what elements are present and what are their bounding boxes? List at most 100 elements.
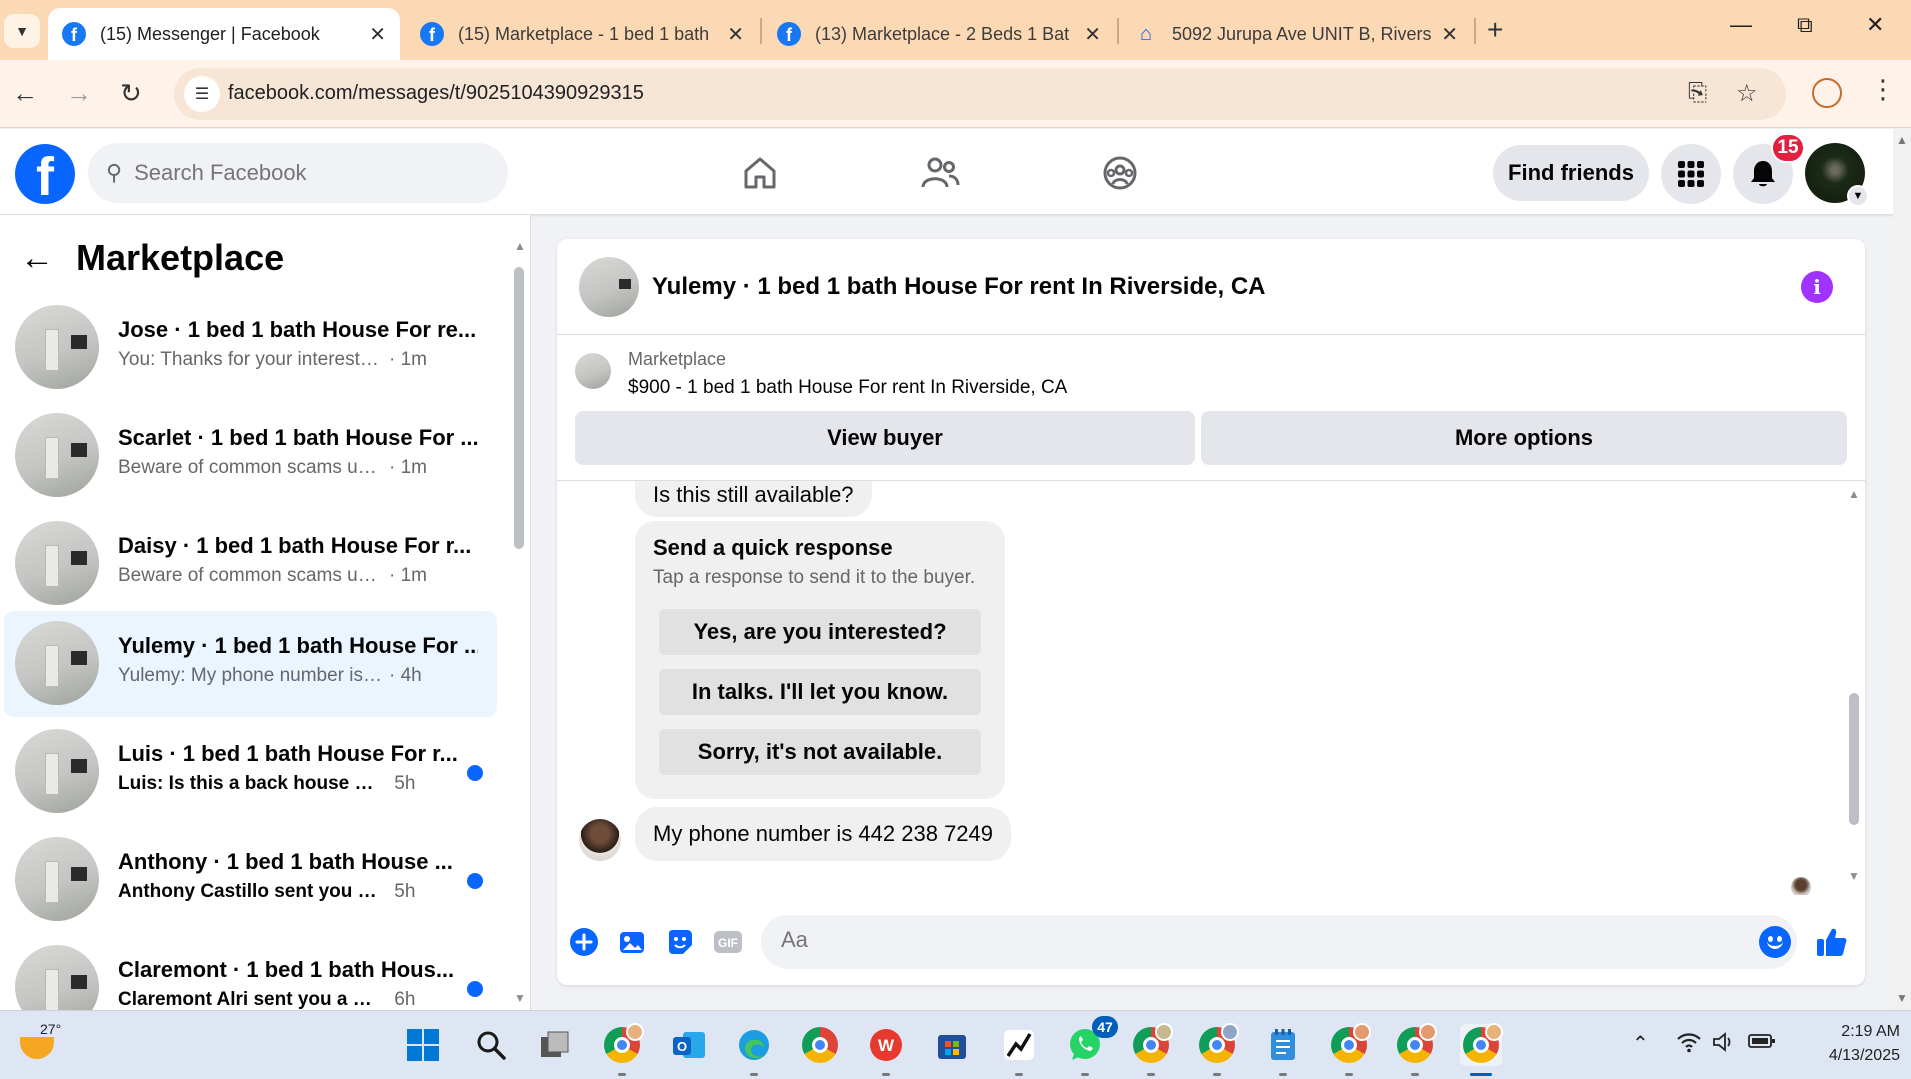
emoji-icon[interactable] [1759, 926, 1791, 958]
more-options-button[interactable]: More options [1201, 411, 1847, 465]
message-input-box[interactable] [761, 915, 1797, 969]
browser-tab-zillow[interactable]: ⌂ 5092 Jurupa Ave UNIT B, Riversi ✕ [1120, 8, 1472, 60]
plus-circle-icon[interactable] [567, 925, 601, 959]
close-tab-icon[interactable]: ✕ [727, 22, 744, 47]
scroll-down-arrow-icon[interactable]: ▼ [1848, 869, 1860, 883]
system-clock[interactable]: 2:19 AM 4/13/2025 [1782, 1020, 1900, 1068]
conversation-item-anthony[interactable]: Anthony · 1 bed 1 bath House ... Anthony… [4, 827, 497, 933]
listing-thumbnail[interactable] [575, 353, 611, 389]
back-arrow-icon[interactable]: ← [20, 239, 54, 278]
chat-listing-thumbnail[interactable] [579, 257, 639, 317]
chat-title[interactable]: Yulemy · 1 bed 1 bath House For rent In … [652, 273, 1265, 301]
search-facebook-box[interactable]: ⚲ [88, 143, 508, 203]
friends-icon[interactable] [916, 149, 964, 197]
listing-thumbnail [15, 521, 99, 605]
view-buyer-button[interactable]: View buyer [575, 411, 1195, 465]
message-thread-scrollbar[interactable]: ▲ ▼ [1847, 485, 1861, 885]
browser-tab-messenger[interactable]: f (15) Messenger | Facebook ✕ [48, 8, 400, 60]
whatsapp-icon[interactable]: 47 [1064, 1016, 1118, 1076]
scrollbar-thumb[interactable] [514, 267, 524, 549]
reload-icon[interactable]: ↻ [120, 78, 142, 109]
account-avatar[interactable]: ▼ [1805, 143, 1869, 207]
message-composer: GIF [557, 907, 1865, 977]
bookmark-star-icon[interactable]: ☆ [1736, 79, 1758, 108]
page-scrollbar[interactable]: ▲ ▼ [1893, 129, 1911, 1010]
conversation-item-scarlet[interactable]: Scarlet · 1 bed 1 bath House For ... Bew… [4, 403, 497, 509]
forward-arrow-icon[interactable]: → [66, 78, 92, 109]
browser-tab-marketplace-1[interactable]: f (15) Marketplace - 1 bed 1 bath ✕ [406, 8, 758, 60]
chrome-profile-5-icon[interactable] [1394, 1023, 1437, 1076]
scroll-up-arrow-icon[interactable]: ▲ [514, 239, 526, 253]
browser-profile-icon[interactable] [1812, 78, 1842, 108]
quick-response-yes-button[interactable]: Yes, are you interested? [659, 609, 981, 655]
close-tab-icon[interactable]: ✕ [369, 22, 386, 47]
chrome-profile-1-icon[interactable] [601, 1023, 644, 1076]
conversation-list-scrollbar[interactable]: ▲ ▼ [510, 227, 526, 1007]
info-icon[interactable]: i [1801, 271, 1833, 303]
close-window-icon[interactable]: ✕ [1866, 12, 1884, 38]
taskbar-search-icon[interactable] [470, 1024, 512, 1066]
scroll-up-arrow-icon[interactable]: ▲ [1896, 133, 1908, 147]
chrome-icon[interactable] [799, 1024, 841, 1066]
sender-avatar[interactable] [579, 819, 621, 861]
minimize-icon[interactable]: — [1730, 12, 1752, 38]
conversation-item-luis[interactable]: Luis · 1 bed 1 bath House For r... Luis:… [4, 719, 497, 825]
conversation-item-yulemy[interactable]: Yulemy · 1 bed 1 bath House For ... Yule… [4, 611, 497, 717]
scroll-up-arrow-icon[interactable]: ▲ [1848, 487, 1860, 501]
facebook-header: f ⚲ Find friends 15 ▼ [0, 129, 1893, 215]
message-bubble: Is this still available? [635, 481, 872, 517]
show-hidden-icons-chevron-icon[interactable]: ⌃ [1632, 1031, 1649, 1056]
scroll-down-arrow-icon[interactable]: ▼ [514, 991, 526, 1005]
menu-grid-button[interactable] [1661, 144, 1721, 204]
conversation-name: Daisy · 1 bed 1 bath House For r... [118, 533, 472, 558]
conversation-item-claremont[interactable]: Claremont · 1 bed 1 bath Hous... Claremo… [4, 935, 497, 1010]
groups-icon[interactable] [1096, 149, 1144, 197]
home-icon[interactable] [736, 149, 784, 197]
scroll-down-arrow-icon[interactable]: ▼ [1896, 991, 1908, 1005]
new-tab-button[interactable]: + [1487, 14, 1503, 46]
chrome-profile-active-icon[interactable] [1460, 1023, 1503, 1076]
wifi-icon[interactable] [1676, 1031, 1702, 1059]
conversation-name: Claremont · 1 bed 1 bath Hous... [118, 957, 455, 982]
quick-response-not-available-button[interactable]: Sorry, it's not available. [659, 729, 981, 775]
site-info-icon[interactable]: ☰ [184, 76, 220, 112]
outlook-icon[interactable]: O [668, 1024, 710, 1066]
browser-menu-icon[interactable]: ⋮ [1870, 74, 1896, 105]
close-tab-icon[interactable]: ✕ [1084, 22, 1101, 47]
task-view-icon[interactable] [534, 1024, 576, 1066]
back-arrow-icon[interactable]: ← [12, 78, 38, 109]
edge-icon[interactable] [733, 1024, 775, 1076]
notepad-icon[interactable] [1262, 1024, 1304, 1076]
chrome-profile-4-icon[interactable] [1328, 1023, 1371, 1076]
wps-office-icon[interactable]: W [865, 1024, 907, 1076]
battery-icon[interactable] [1748, 1031, 1776, 1057]
message-input[interactable] [781, 927, 1681, 953]
address-bar[interactable]: ☰ facebook.com/messages/t/90251043909293… [174, 68, 1786, 120]
restore-icon[interactable]: ⧉ [1797, 12, 1813, 38]
conversation-item-jose[interactable]: Jose · 1 bed 1 bath House For re... You:… [4, 295, 497, 401]
sticker-icon[interactable] [663, 925, 697, 959]
start-button[interactable] [402, 1024, 444, 1066]
chrome-profile-3-icon[interactable] [1196, 1023, 1239, 1076]
stocks-app-icon[interactable] [998, 1024, 1040, 1076]
message-thread: Is this still available? Send a quick re… [557, 481, 1865, 895]
install-app-icon[interactable]: ⎘ [1688, 79, 1707, 107]
scrollbar-thumb[interactable] [1849, 693, 1859, 825]
find-friends-button[interactable]: Find friends [1493, 145, 1649, 201]
chrome-profile-2-icon[interactable] [1130, 1023, 1173, 1076]
browser-tab-marketplace-2[interactable]: f (13) Marketplace - 2 Beds 1 Bat ✕ [763, 8, 1115, 60]
conversation-item-daisy[interactable]: Daisy · 1 bed 1 bath House For r... Bewa… [4, 511, 497, 617]
listing-title[interactable]: $900 - 1 bed 1 bath House For rent In Ri… [628, 377, 1067, 399]
quick-response-in-talks-button[interactable]: In talks. I'll let you know. [659, 669, 981, 715]
thumbs-up-icon[interactable] [1815, 925, 1849, 959]
facebook-logo[interactable]: f [15, 144, 75, 204]
volume-icon[interactable] [1712, 1031, 1736, 1059]
gif-icon[interactable]: GIF [711, 925, 745, 959]
search-input[interactable] [134, 160, 435, 186]
close-tab-icon[interactable]: ✕ [1441, 22, 1458, 47]
conversation-time: 1m [400, 565, 428, 586]
weather-widget[interactable]: 27° [20, 1021, 61, 1065]
tab-search-button[interactable]: ▼ [4, 14, 40, 48]
microsoft-store-icon[interactable] [931, 1024, 973, 1066]
photo-icon[interactable] [615, 925, 649, 959]
